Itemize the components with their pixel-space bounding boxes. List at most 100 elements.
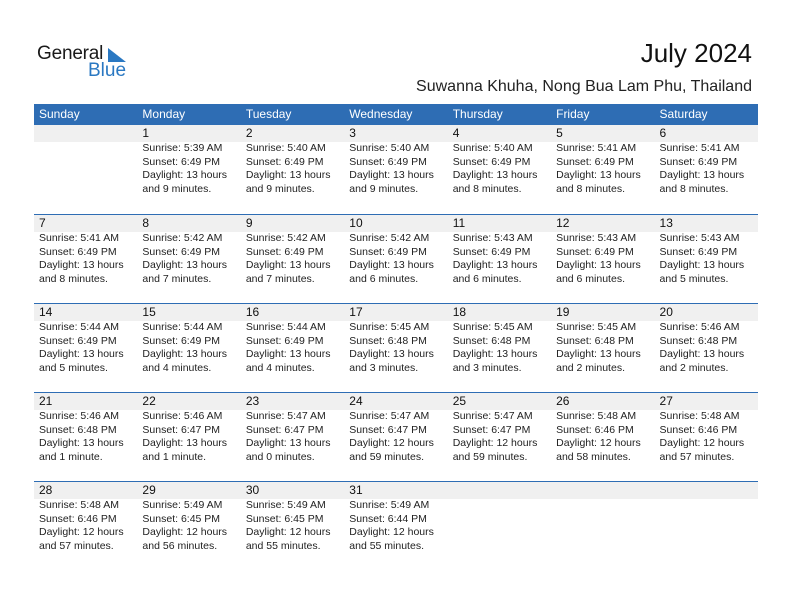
day-cell: 20 Sunrise: 5:46 AM Sunset: 6:48 PM Dayligh… (655, 304, 758, 375)
sunrise-time: Sunrise: 5:45 AM (452, 321, 533, 333)
daylight-minutes: and 57 minutes. (39, 539, 114, 552)
day-number: 5 (556, 126, 563, 140)
sunrise-time: Sunrise: 5:39 AM (142, 142, 223, 154)
sunset-time: Sunset: 6:48 PM (349, 334, 427, 347)
logo: General Blue (37, 43, 137, 83)
sunset-time: Sunset: 6:49 PM (142, 155, 221, 168)
day-cell: 19 Sunrise: 5:45 AM Sunset: 6:48 PM Dayligh… (551, 304, 654, 375)
day-number: 26 (556, 394, 570, 408)
daylight-minutes: and 6 minutes. (349, 272, 419, 285)
day-number: 3 (349, 126, 356, 140)
sunrise-time: Sunrise: 5:48 AM (659, 410, 740, 422)
day-cell: 11 Sunrise: 5:43 AM Sunset: 6:49 PM Dayligh… (448, 215, 551, 286)
day-number: 22 (142, 394, 156, 408)
daylight-minutes: and 2 minutes. (659, 361, 729, 374)
sunrise-time: Sunrise: 5:46 AM (659, 321, 740, 333)
day-cell: 31 Sunrise: 5:49 AM Sunset: 6:44 PM Dayligh… (344, 482, 447, 553)
daylight-hours: Daylight: 13 hours (245, 169, 331, 181)
sunset-time: Sunset: 6:49 PM (142, 334, 221, 347)
daylight-hours: Daylight: 13 hours (556, 348, 641, 360)
daylight-minutes: and 7 minutes. (142, 272, 212, 285)
daylight-hours: Daylight: 13 hours (452, 169, 538, 181)
daylight-hours: Daylight: 12 hours (349, 437, 434, 449)
sunset-time: Sunset: 6:49 PM (452, 245, 531, 258)
day-cell: 8 Sunrise: 5:42 AM Sunset: 6:49 PM Daylight… (137, 215, 240, 286)
sunset-time: Sunset: 6:46 PM (39, 512, 117, 525)
daylight-hours: Daylight: 12 hours (452, 437, 538, 449)
sunset-time: Sunset: 6:45 PM (142, 512, 221, 525)
sunset-time: Sunset: 6:46 PM (659, 423, 738, 436)
daylight-hours: Daylight: 12 hours (349, 526, 434, 538)
day-number: 15 (142, 305, 156, 319)
week-row: 1 Sunrise: 5:39 AM Sunset: 6:49 PM Daylight… (34, 125, 758, 214)
day-number: 16 (245, 305, 260, 319)
day-cell: 7 Sunrise: 5:41 AM Sunset: 6:49 PM Daylight… (34, 215, 137, 286)
sunrise-time: Sunrise: 5:49 AM (349, 499, 430, 511)
daylight-hours: Daylight: 13 hours (39, 437, 124, 449)
sunset-time: Sunset: 6:49 PM (659, 245, 738, 258)
daylight-minutes: and 9 minutes. (349, 182, 419, 195)
calendar: Sunday Monday Tuesday Wednesday Thursday Frid… (34, 104, 758, 570)
daylight-minutes: and 9 minutes. (142, 182, 212, 195)
day-number: 29 (142, 483, 156, 497)
day-number: 25 (452, 394, 467, 408)
daylight-hours: Daylight: 13 hours (39, 259, 124, 271)
daylight-hours: Daylight: 13 hours (659, 259, 745, 271)
daylight-minutes: and 1 minute. (39, 450, 103, 463)
sunset-time: Sunset: 6:48 PM (556, 334, 634, 347)
sunset-time: Sunset: 6:44 PM (349, 512, 427, 525)
week-row: 7 Sunrise: 5:41 AM Sunset: 6:49 PM Daylight… (34, 214, 758, 303)
sunrise-time: Sunrise: 5:41 AM (556, 142, 637, 154)
day-number: 12 (556, 216, 570, 230)
daylight-minutes: and 56 minutes. (142, 539, 218, 552)
weekday-thursday: Thursday (452, 107, 503, 121)
daylight-minutes: and 59 minutes. (452, 450, 528, 463)
daylight-hours: Daylight: 13 hours (245, 259, 331, 271)
day-number: 17 (349, 305, 363, 319)
day-cell: 18 Sunrise: 5:45 AM Sunset: 6:48 PM Dayligh… (448, 304, 551, 375)
sunset-time: Sunset: 6:47 PM (142, 423, 221, 436)
sunrise-time: Sunrise: 5:45 AM (556, 321, 637, 333)
daylight-minutes: and 55 minutes. (349, 539, 424, 552)
daylight-hours: Daylight: 13 hours (39, 348, 124, 360)
day-number: 31 (349, 483, 363, 497)
weekday-wednesday: Wednesday (349, 107, 413, 121)
sunrise-time: Sunrise: 5:46 AM (142, 410, 223, 422)
day-number: 23 (245, 394, 260, 408)
day-number: 18 (452, 305, 467, 319)
empty-day-cell (655, 482, 758, 553)
empty-day-cell (448, 482, 551, 553)
daylight-hours: Daylight: 13 hours (349, 348, 434, 360)
daylight-hours: Daylight: 13 hours (245, 437, 331, 449)
sunset-time: Sunset: 6:47 PM (452, 423, 531, 436)
sunset-time: Sunset: 6:49 PM (39, 334, 117, 347)
daylight-minutes: and 4 minutes. (142, 361, 212, 374)
day-cell: 16 Sunrise: 5:44 AM Sunset: 6:49 PM Dayligh… (241, 304, 344, 375)
day-cell: 15 Sunrise: 5:44 AM Sunset: 6:49 PM Dayligh… (137, 304, 240, 375)
sunrise-time: Sunrise: 5:45 AM (349, 321, 430, 333)
day-cell: 13 Sunrise: 5:43 AM Sunset: 6:49 PM Dayligh… (655, 215, 758, 286)
day-cell: 9 Sunrise: 5:42 AM Sunset: 6:49 PM Daylight… (241, 215, 344, 286)
sunset-time: Sunset: 6:49 PM (245, 245, 324, 258)
logo-text-blue: Blue (88, 60, 127, 81)
sunset-time: Sunset: 6:49 PM (245, 334, 324, 347)
day-number: 19 (556, 305, 570, 319)
weekday-sunday: Sunday (39, 107, 80, 121)
daylight-minutes: and 9 minutes. (245, 182, 315, 195)
daylight-minutes: and 5 minutes. (659, 272, 729, 285)
sunrise-time: Sunrise: 5:40 AM (245, 142, 326, 154)
location-subtitle: Suwanna Khuha, Nong Bua Lam Phu, Thailan… (416, 78, 752, 95)
day-number: 28 (39, 483, 53, 497)
daylight-hours: Daylight: 13 hours (349, 259, 434, 271)
sunrise-time: Sunrise: 5:43 AM (452, 232, 533, 244)
daylight-hours: Daylight: 12 hours (39, 526, 124, 538)
daylight-hours: Daylight: 13 hours (245, 348, 331, 360)
calendar-weeks: 1 Sunrise: 5:39 AM Sunset: 6:49 PM Daylight… (34, 125, 758, 570)
day-number (556, 482, 654, 499)
sunrise-time: Sunrise: 5:40 AM (349, 142, 430, 154)
day-cell: 17 Sunrise: 5:45 AM Sunset: 6:48 PM Dayligh… (344, 304, 447, 375)
day-cell: 24 Sunrise: 5:47 AM Sunset: 6:47 PM Dayligh… (344, 393, 447, 464)
day-number (453, 482, 551, 499)
sunrise-time: Sunrise: 5:47 AM (349, 410, 430, 422)
sunset-time: Sunset: 6:47 PM (349, 423, 427, 436)
